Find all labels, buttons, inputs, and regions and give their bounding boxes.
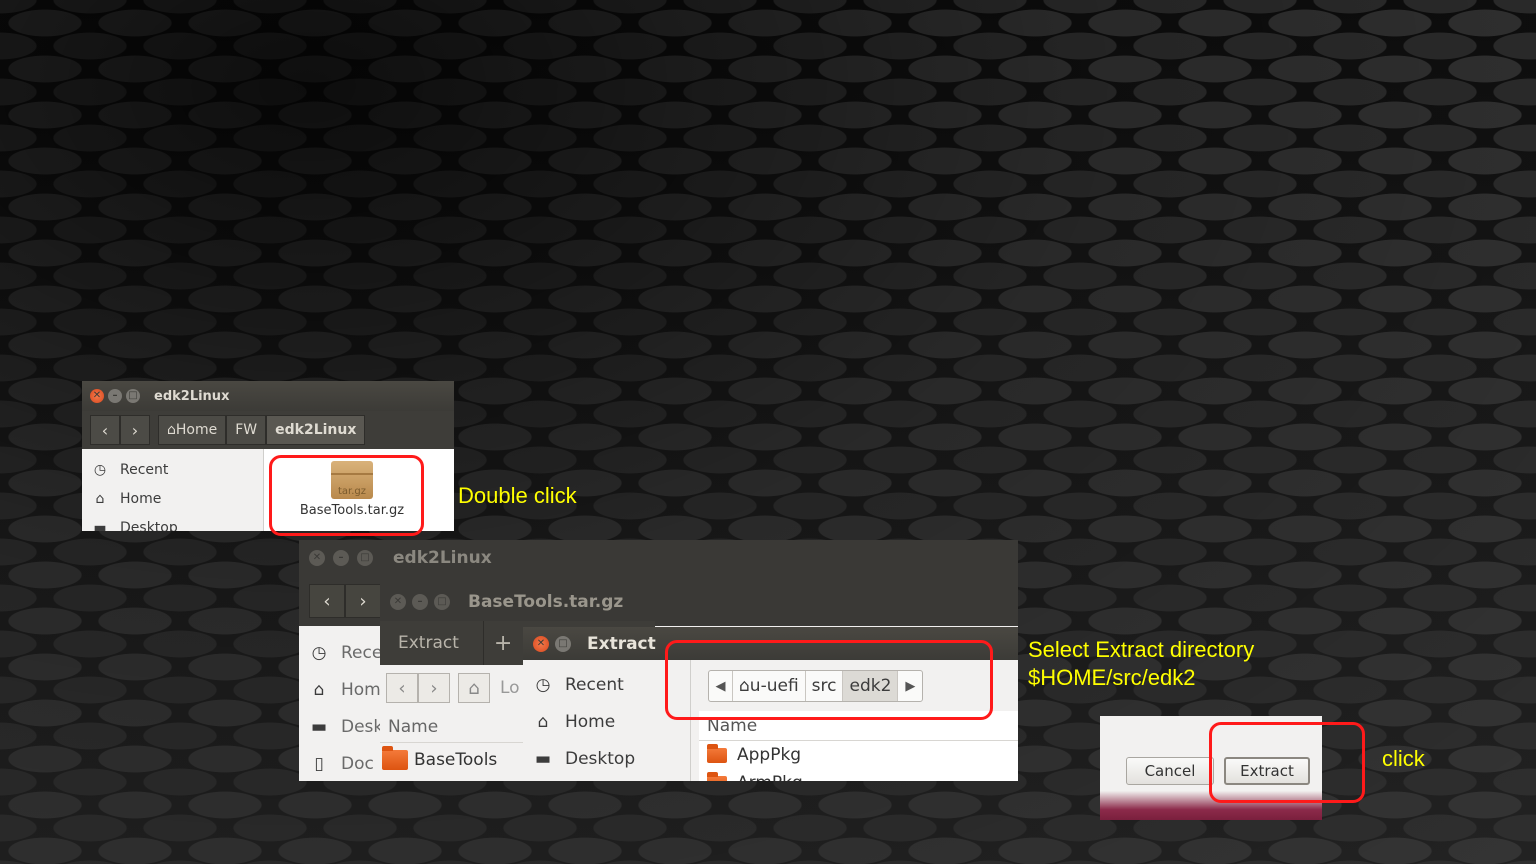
column-header-name[interactable]: Name [699, 711, 1018, 741]
annotation-click: click [1382, 746, 1425, 771]
window-title: BaseTools.tar.gz [468, 592, 624, 612]
window-title: edk2Linux [154, 388, 230, 404]
file-manager-window: ✕ – □ edk2Linux ‹ › ⌂ Home FW edk2Linux ◷… [82, 381, 454, 531]
sidebar-item-desktop[interactable]: ▬ Desktop [523, 740, 690, 777]
forward-button[interactable]: › [120, 415, 150, 445]
chevron-right-icon: › [131, 420, 139, 440]
folder-icon [707, 771, 727, 781]
minimize-icon[interactable]: – [108, 389, 122, 403]
sidebar-item-home[interactable]: ⌂ Home [523, 703, 690, 740]
sidebar-item-recent[interactable]: ◷ Recent [82, 455, 263, 484]
title-bar: ✕ – □ edk2Linux [82, 381, 454, 411]
extract-dialog: ✕ □ Extract ◷ Recent ⌂ Home ▬ Desktop ◀ ⌂ u-… [523, 627, 1018, 781]
home-icon: ⌂ [167, 422, 176, 438]
minimize-icon[interactable]: – [333, 550, 349, 566]
home-icon: ⌂ [537, 711, 549, 732]
chevron-left-icon: ‹ [398, 677, 406, 699]
sidebar: ◷ Recent ⌂ Home ▬ Desktop [82, 449, 264, 531]
sidebar-item-home[interactable]: ⌂ Hom [299, 671, 383, 708]
document-icon: ▯ [314, 753, 324, 774]
title-bar: ✕ – □ edk2Linux [299, 540, 1018, 576]
sidebar: ◷ Recent ⌂ Home ▬ Desktop [523, 660, 691, 781]
triangle-left-icon: ◀ [715, 678, 726, 694]
close-icon[interactable]: ✕ [533, 635, 549, 652]
path-segment-src[interactable]: src [806, 671, 844, 701]
extract-toolbar-button[interactable]: Extract [388, 621, 469, 665]
folder-icon [707, 743, 727, 763]
home-button[interactable]: ⌂ [458, 673, 490, 703]
chevron-right-icon: › [430, 677, 438, 699]
breadcrumb-edk2linux[interactable]: edk2Linux [266, 415, 366, 445]
path-segment-edk2[interactable]: edk2 [843, 671, 899, 701]
home-icon: ⌂ [739, 676, 750, 696]
sidebar-item-home[interactable]: ⌂ Home [82, 484, 263, 513]
archive-icon: tar.gz [331, 461, 373, 499]
title-bar: ✕ – □ BaseTools.tar.gz [380, 583, 655, 621]
close-icon[interactable]: ✕ [90, 389, 104, 403]
sidebar: ◷ Rece ⌂ Hom ▬ Desk ▯ Doc [299, 626, 383, 781]
home-icon: ⌂ [313, 679, 325, 700]
location-label: Lo [500, 678, 520, 698]
maximize-icon[interactable]: □ [357, 550, 373, 566]
home-icon: ⌂ [468, 677, 480, 699]
clock-icon: ◷ [535, 674, 551, 695]
breadcrumb-home[interactable]: ⌂ Home [158, 415, 227, 445]
home-icon: ⌂ [95, 490, 105, 507]
extract-button[interactable]: Extract [1224, 757, 1310, 785]
breadcrumb-fw[interactable]: FW [226, 415, 267, 445]
back-button[interactable]: ‹ [386, 673, 418, 703]
file-item-basetools[interactable]: tar.gz BaseTools.tar.gz [272, 461, 432, 518]
folder-icon: ▬ [93, 519, 107, 532]
maximize-icon[interactable]: □ [555, 635, 571, 652]
back-button[interactable]: ‹ [309, 584, 345, 618]
cancel-button[interactable]: Cancel [1126, 757, 1214, 785]
annotation-double-click: Double click [458, 483, 577, 508]
chevron-left-icon: ‹ [323, 590, 331, 612]
file-list: Name AppPkg ArmPkg [699, 711, 1018, 781]
path-scroll-right-button[interactable]: ▶ [898, 671, 922, 701]
folder-icon: ▬ [311, 716, 328, 737]
sidebar-item-desktop[interactable]: ▬ Desktop [82, 513, 263, 532]
path-bar: ◀ ⌂ u-uefi src edk2 ▶ [708, 670, 924, 702]
window-title: edk2Linux [393, 548, 492, 568]
sidebar-item-documents[interactable]: ▯ Doc [299, 745, 383, 781]
close-icon[interactable]: ✕ [390, 594, 406, 610]
minimize-icon[interactable]: – [412, 594, 428, 610]
path-segment-home[interactable]: ⌂ u-uefi [733, 671, 806, 701]
forward-button[interactable]: › [345, 584, 381, 618]
clock-icon: ◷ [93, 461, 107, 478]
folder-icon [382, 746, 408, 770]
sidebar-item-recent[interactable]: ◷ Recent [523, 666, 690, 703]
dialog-title: Extract [587, 633, 656, 654]
annotation-select-directory: Select Extract directory $HOME/src/edk2 [1028, 637, 1255, 690]
list-item[interactable]: AppPkg [699, 741, 1018, 769]
back-button[interactable]: ‹ [90, 415, 120, 445]
path-scroll-left-button[interactable]: ◀ [709, 671, 733, 701]
title-bar: ✕ □ Extract [523, 627, 1018, 660]
chevron-left-icon: ‹ [101, 420, 109, 440]
maximize-icon[interactable]: □ [126, 389, 140, 403]
triangle-right-icon: ▶ [905, 678, 916, 694]
toolbar: ‹ › ⌂ Home FW edk2Linux [82, 411, 454, 449]
dialog-button-panel: Cancel Extract [1100, 716, 1322, 820]
close-icon[interactable]: ✕ [309, 550, 325, 566]
chevron-right-icon: › [359, 590, 367, 612]
clock-icon: ◷ [311, 642, 327, 663]
folder-icon: ▬ [535, 748, 552, 769]
list-item[interactable]: ArmPkg [699, 769, 1018, 781]
sidebar-item-desktop[interactable]: ▬ Desk [299, 708, 383, 745]
file-name: BaseTools.tar.gz [299, 503, 405, 518]
maximize-icon[interactable]: □ [434, 594, 450, 610]
forward-button[interactable]: › [418, 673, 450, 703]
breadcrumb: ⌂ Home FW edk2Linux [158, 415, 366, 445]
add-button[interactable]: + [482, 621, 522, 665]
sidebar-item-recent[interactable]: ◷ Rece [299, 634, 383, 671]
